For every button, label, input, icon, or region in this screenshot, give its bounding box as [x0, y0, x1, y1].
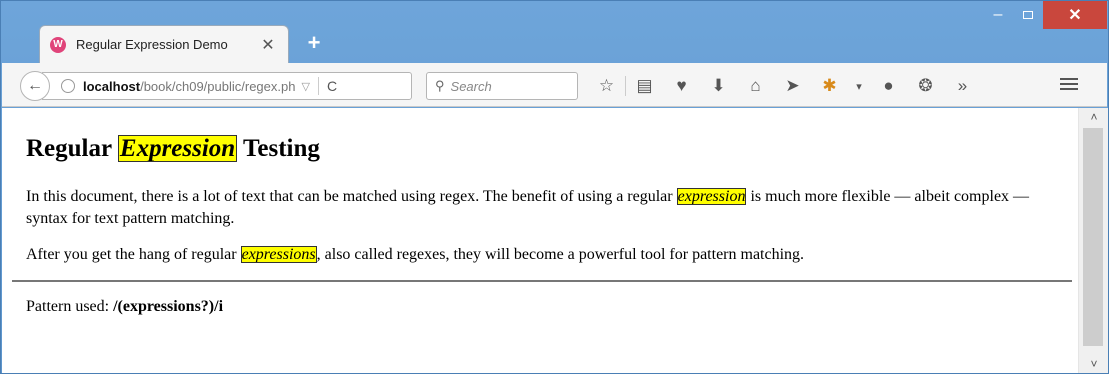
- tab-close-icon[interactable]: ✕: [258, 35, 278, 55]
- close-button[interactable]: ✕: [1043, 1, 1107, 29]
- scroll-up-icon[interactable]: ˄: [1079, 110, 1109, 124]
- tab-title: Regular Expression Demo: [76, 37, 228, 52]
- chat-icon[interactable]: ●: [870, 76, 907, 96]
- pattern-line: Pattern used: /(expressions?)/i: [26, 298, 1068, 316]
- scroll-down-icon[interactable]: ˅: [1079, 357, 1109, 371]
- paragraph-2: After you get the hang of regular expres…: [26, 244, 1068, 266]
- home-icon[interactable]: ⌂: [737, 76, 774, 96]
- toolbar-icons: ☆ ▤ ♥ ⬇ ⌂ ➤ ✱ ▾ ● ❂ »: [588, 73, 981, 99]
- scroll-thumb[interactable]: [1083, 128, 1103, 346]
- new-tab-button[interactable]: +: [301, 31, 327, 57]
- dropdown-icon[interactable]: ▾: [848, 80, 870, 93]
- url-separator: [317, 77, 319, 95]
- tab-regex-demo[interactable]: W Regular Expression Demo ✕: [39, 25, 289, 63]
- p1-match-highlight: expression: [676, 188, 747, 205]
- navigation-toolbar: localhost /book/ch09/public/regex.ph ▽ C…: [2, 63, 1107, 107]
- p2-text-end: , also called regexes, they will become …: [316, 246, 805, 263]
- addon-icon[interactable]: ❂: [907, 76, 944, 96]
- paragraph-1: In this document, there is a lot of text…: [26, 186, 1068, 230]
- p1-text: In this document, there is a lot of text…: [26, 188, 677, 205]
- minimize-button[interactable]: –: [983, 1, 1013, 29]
- heading-text-end: Testing: [237, 135, 320, 162]
- p2-match-highlight: expressions: [240, 246, 317, 263]
- vertical-scrollbar[interactable]: ˄ ˅: [1078, 108, 1108, 373]
- page-heading: Regular Expression Testing: [26, 132, 1068, 166]
- site-info-icon[interactable]: [61, 79, 75, 93]
- url-bar[interactable]: localhost /book/ch09/public/regex.ph ▽ C: [42, 72, 412, 100]
- star-icon[interactable]: ☆: [588, 76, 625, 96]
- pattern-label: Pattern used:: [26, 298, 114, 315]
- search-input[interactable]: ⚲ Search: [426, 72, 578, 100]
- maximize-button[interactable]: [1013, 1, 1043, 29]
- url-dropdown-icon[interactable]: ▽: [301, 80, 309, 93]
- favicon-icon: W: [50, 36, 66, 53]
- page-content: Regular Expression Testing In this docum…: [2, 108, 1078, 373]
- search-placeholder: Search: [450, 78, 492, 94]
- extension-icon[interactable]: ✱: [811, 76, 848, 96]
- title-bar: W Regular Expression Demo ✕ + – ✕: [1, 1, 1108, 63]
- browser-window: W Regular Expression Demo ✕ + – ✕ localh…: [0, 0, 1109, 374]
- back-button[interactable]: ←: [20, 71, 50, 101]
- heading-match-highlight: Expression: [117, 135, 238, 162]
- divider: [12, 280, 1072, 282]
- download-icon[interactable]: ⬇: [700, 76, 737, 96]
- maximize-icon: [1023, 11, 1033, 19]
- menu-icon[interactable]: [1060, 75, 1078, 93]
- pocket-icon[interactable]: ♥: [663, 76, 700, 96]
- reading-list-icon[interactable]: ▤: [626, 76, 663, 96]
- reload-icon[interactable]: C: [327, 78, 337, 94]
- url-path: /book/ch09/public/regex.ph: [140, 78, 296, 94]
- search-icon: ⚲: [435, 78, 445, 93]
- pattern-value: /(expressions?)/i: [113, 298, 224, 315]
- overflow-icon[interactable]: »: [944, 76, 981, 96]
- heading-text: Regular: [26, 135, 118, 162]
- url-host: localhost: [83, 78, 141, 94]
- send-icon[interactable]: ➤: [774, 76, 811, 96]
- p2-text: After you get the hang of regular: [26, 246, 241, 263]
